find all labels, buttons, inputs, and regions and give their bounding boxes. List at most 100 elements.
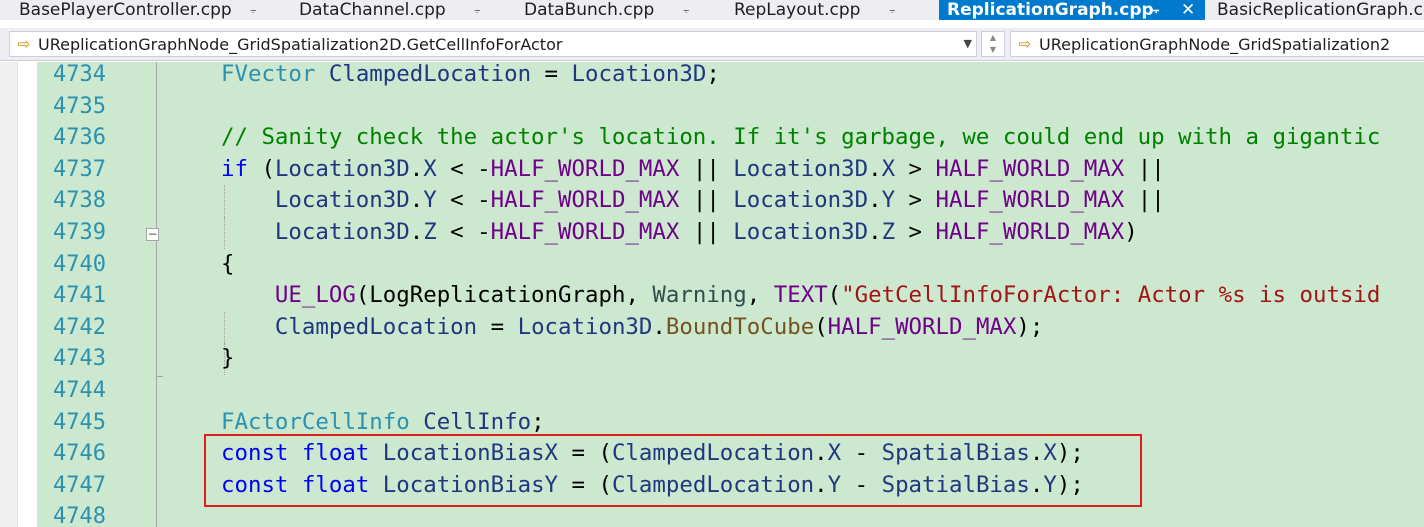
secondary-member-dropdown[interactable]: ⇨ UReplicationGraphNode_GridSpatializati… <box>1010 31 1424 57</box>
code-token: } <box>221 345 235 372</box>
code-token: FActorCellInfo <box>221 408 410 435</box>
code-token: Location3D <box>517 313 653 340</box>
code-token: . <box>409 187 424 214</box>
code-token: HALF_WORLD_MAX <box>490 187 680 214</box>
pin-icon[interactable]: ⨪ <box>1153 3 1159 17</box>
tab-datachannel[interactable]: DataChannel.cpp ⨪ <box>280 0 505 20</box>
code-token: "GetCellInfoForActor: Actor %s is outsid <box>841 282 1381 309</box>
code-token: . <box>868 219 882 245</box>
member-dropdown[interactable]: ⇨ UReplicationGraphNode_GridSpatializati… <box>9 31 977 57</box>
member-dropdown-value: UReplicationGraphNode_GridSpatialization… <box>38 34 563 54</box>
code-token: ( <box>827 282 842 309</box>
code-token: HALF_WORLD_MAX <box>935 155 1125 182</box>
line-number: 4742 <box>53 314 106 340</box>
code-token: // Sanity check the actor's location. If… <box>221 124 1381 151</box>
member-function-icon: ⇨ <box>17 35 31 53</box>
line-number: 4736 <box>53 125 106 151</box>
secondary-member-dropdown-value: UReplicationGraphNode_GridSpatialization… <box>1039 34 1391 54</box>
tab-replicationgraph[interactable]: ReplicationGraph.cpp ⨪ ✕ <box>939 0 1205 20</box>
code-token: < - <box>436 155 491 182</box>
code-token: HALF_WORLD_MAX <box>935 219 1125 245</box>
code-token: Y <box>881 187 896 214</box>
code-token: TEXT <box>773 282 828 309</box>
code-line[interactable]: 4742 ClampedLocation = Location3D.BoundT… <box>0 311 1424 344</box>
code-token: || <box>1124 155 1165 182</box>
code-token: Location3D <box>733 219 869 245</box>
code-token: if <box>221 155 248 182</box>
code-token: ( <box>814 313 828 340</box>
line-number: 4747 <box>53 472 106 498</box>
code-text: } <box>221 343 234 375</box>
tab-databunch[interactable]: DataBunch.cpp ⨪ <box>505 0 715 20</box>
code-token: Location3D <box>274 187 410 214</box>
code-line[interactable]: 4736 // Sanity check the actor's location… <box>0 122 1424 154</box>
code-text: // Sanity check the actor's location. If… <box>221 122 1380 154</box>
code-token: Location3D <box>571 62 707 87</box>
line-number: 4746 <box>53 441 106 467</box>
pin-icon[interactable]: ⨪ <box>474 3 480 17</box>
line-number: 4745 <box>53 409 106 435</box>
code-token: FVector <box>221 62 316 87</box>
code-token: { <box>221 250 235 277</box>
code-text: if (Location3D.X < -HALF_WORLD_MAX || Lo… <box>221 154 1165 186</box>
code-token: Location3D <box>274 219 410 245</box>
code-line[interactable]: 4737 if (Location3D.X < -HALF_WORLD_MAX |… <box>0 154 1424 186</box>
code-token: . <box>409 155 424 182</box>
member-function-icon: ⇨ <box>1018 35 1032 53</box>
code-token: || <box>679 187 734 214</box>
code-line[interactable]: 4735 <box>0 91 1424 123</box>
navigation-bar: ⇨ UReplicationGraphNode_GridSpatializati… <box>0 28 1424 61</box>
code-line[interactable]: 4743} <box>0 343 1424 375</box>
line-number: 4743 <box>53 346 106 372</box>
code-line[interactable]: 4738 Location3D.Y < -HALF_WORLD_MAX || L… <box>0 185 1424 217</box>
split-spinner[interactable]: ▲ ▼ <box>981 31 1005 57</box>
code-line[interactable]: 4744 <box>0 375 1424 407</box>
code-editor[interactable]: − 4734 FVector ClampedLocation = Location… <box>0 62 1424 527</box>
code-text: Location3D.Y < -HALF_WORLD_MAX || Locati… <box>221 185 1165 217</box>
tab-label: DataBunch.cpp <box>524 0 655 20</box>
code-token: ClampedLocation <box>274 313 478 340</box>
code-text: ClampedLocation = Location3D.BoundToCube… <box>221 312 1043 344</box>
tab-baseplayercontroller[interactable]: BasePlayerController.cpp ⨪ <box>0 0 280 20</box>
code-token: > <box>895 155 936 182</box>
chevron-down-icon[interactable]: ▼ <box>964 37 972 50</box>
code-token: = <box>477 313 518 340</box>
code-token: BoundToCube <box>665 313 815 340</box>
pin-icon[interactable]: ⨪ <box>250 3 256 17</box>
tab-label: DataChannel.cpp <box>299 0 446 20</box>
line-number: 4737 <box>53 156 106 182</box>
pin-icon[interactable]: ⨪ <box>889 3 895 17</box>
code-token: . <box>652 313 666 340</box>
code-line[interactable]: 4734 FVector ClampedLocation = Location3D… <box>0 62 1424 91</box>
tab-basicreplicationgraph[interactable]: BasicReplicationGraph.c <box>1205 0 1424 20</box>
chevron-down-icon[interactable]: ▼ <box>982 44 1004 56</box>
code-text: UE_LOG(LogReplicationGraph, Warning, TEX… <box>221 280 1380 312</box>
code-line[interactable]: 4740 { <box>0 249 1424 281</box>
code-token: ) <box>1124 219 1138 245</box>
line-number: 4738 <box>53 188 106 214</box>
code-token: > <box>895 187 936 214</box>
code-token: CellInfo <box>423 408 532 435</box>
code-text: Location3D.Z < -HALF_WORLD_MAX || Locati… <box>221 217 1138 249</box>
line-number: 4741 <box>53 283 106 309</box>
line-number: 4735 <box>53 93 106 119</box>
code-token: Location3D <box>733 187 869 214</box>
chevron-up-icon[interactable]: ▲ <box>982 32 1004 44</box>
highlight-annotation-box <box>204 434 1142 507</box>
code-line[interactable]: 4739 Location3D.Z < -HALF_WORLD_MAX || L… <box>0 217 1424 249</box>
code-token: ( <box>247 155 275 182</box>
tab-label: ReplicationGraph.cpp <box>947 0 1154 20</box>
close-icon[interactable]: ✕ <box>1181 0 1195 20</box>
code-token: . <box>868 187 882 214</box>
tab-replayout[interactable]: RepLayout.cpp ⨪ <box>715 0 940 20</box>
code-token: || <box>679 155 734 182</box>
code-token: , <box>625 282 653 309</box>
line-number: 4740 <box>53 251 106 277</box>
pin-icon[interactable]: ⨪ <box>683 3 689 17</box>
code-line[interactable]: 4741 UE_LOG(LogReplicationGraph, Warning… <box>0 280 1424 312</box>
code-token: HALF_WORLD_MAX <box>827 313 1017 340</box>
